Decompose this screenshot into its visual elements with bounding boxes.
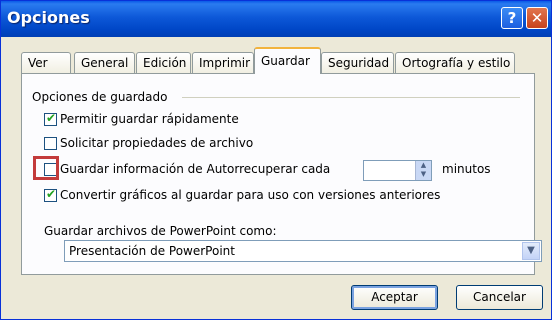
options-dialog: Opciones ? ✕ Ver General Edición Imprimi… [0, 0, 552, 320]
spin-up-icon[interactable]: ▲ [416, 161, 431, 170]
group-divider [182, 97, 520, 98]
chevron-down-icon[interactable]: ▼ [522, 242, 540, 260]
prompt-props-label: Solicitar propiedades de archivo [60, 136, 254, 150]
close-button[interactable]: ✕ [526, 7, 548, 29]
fast-save-option[interactable]: Permitir guardar rápidamente [44, 111, 239, 126]
fast-save-label: Permitir guardar rápidamente [60, 112, 239, 126]
autorecover-label: Guardar información de Autorrecuperar ca… [60, 162, 331, 176]
cancel-button[interactable]: Cancelar [456, 285, 543, 310]
tab-general[interactable]: General [74, 52, 135, 73]
prompt-props-option[interactable]: Solicitar propiedades de archivo [44, 136, 253, 150]
tab-panel-guardar: Opciones de guardado Permitir guardar rá… [21, 73, 542, 275]
save-as-format-value: Presentación de PowerPoint [69, 244, 235, 258]
convert-graphics-label: Convertir gráficos al guardar para uso c… [60, 188, 441, 202]
highlight-box [33, 156, 59, 180]
tab-seguridad[interactable]: Seguridad [321, 52, 394, 73]
save-options-legend: Opciones de guardado [32, 90, 172, 104]
spin-down-icon[interactable]: ▼ [416, 170, 431, 179]
tab-ver[interactable]: Ver [21, 52, 71, 73]
minutes-unit-label: minutos [442, 162, 491, 176]
fast-save-checkbox[interactable] [44, 111, 57, 126]
save-options-group: Opciones de guardado [32, 90, 522, 106]
tab-edicion[interactable]: Edición [136, 52, 191, 73]
convert-graphics-option[interactable]: Convertir gráficos al guardar para uso c… [44, 187, 441, 202]
tab-guardar[interactable]: Guardar [254, 47, 321, 74]
convert-graphics-checkbox[interactable] [44, 187, 57, 202]
autorecover-option[interactable]: Guardar información de Autorrecuperar ca… [44, 162, 330, 176]
ok-button[interactable]: Aceptar [351, 285, 438, 310]
tab-ortografia-estilo[interactable]: Ortografía y estilo [395, 52, 515, 73]
autorecover-minutes-spinner[interactable]: ▲ ▼ [363, 160, 432, 181]
prompt-props-checkbox[interactable] [44, 137, 57, 150]
save-as-format-select[interactable]: Presentación de PowerPoint ▼ [64, 240, 542, 262]
spinner-buttons[interactable]: ▲ ▼ [415, 161, 431, 180]
dialog-title: Opciones [7, 8, 90, 27]
save-as-format-label: Guardar archivos de PowerPoint como: [44, 224, 277, 238]
help-button[interactable]: ? [501, 7, 523, 29]
tab-imprimir[interactable]: Imprimir [192, 52, 254, 73]
title-bar[interactable]: Opciones ? ✕ [1, 1, 551, 37]
